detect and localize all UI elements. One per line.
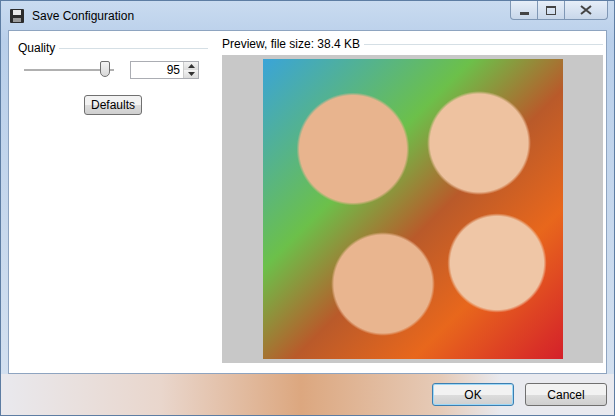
preview-photo xyxy=(263,59,563,359)
close-button[interactable] xyxy=(565,1,608,20)
slider-thumb[interactable] xyxy=(100,61,110,77)
quality-value[interactable]: 95 xyxy=(131,62,183,78)
preview-area xyxy=(222,55,603,363)
dialog-body: Quality 95 Defaults Preview, file size: … xyxy=(8,30,607,374)
quality-slider[interactable] xyxy=(24,60,114,80)
spin-up-button[interactable] xyxy=(184,62,198,70)
close-icon xyxy=(580,5,592,15)
preview-panel: Preview, file size: 38.4 KB xyxy=(208,31,606,373)
spin-down-button[interactable] xyxy=(184,70,198,78)
down-arrow-icon xyxy=(188,72,195,76)
minimize-button[interactable] xyxy=(510,1,538,20)
preview-label: Preview, file size: 38.4 KB xyxy=(222,37,360,51)
title-bar: Save Configuration xyxy=(1,1,614,30)
minimize-icon xyxy=(520,12,529,15)
button-bar: OK Cancel xyxy=(1,374,614,415)
ok-button[interactable]: OK xyxy=(432,383,514,406)
quality-label: Quality xyxy=(18,41,55,55)
up-arrow-icon xyxy=(188,64,195,68)
window-title: Save Configuration xyxy=(32,9,134,23)
quality-panel: Quality 95 Defaults xyxy=(9,31,208,373)
maximize-icon xyxy=(546,6,556,15)
quality-spinner[interactable]: 95 xyxy=(130,61,199,79)
cancel-button[interactable]: Cancel xyxy=(525,383,607,406)
floppy-icon xyxy=(9,8,25,24)
defaults-button[interactable]: Defaults xyxy=(84,95,142,115)
maximize-button[interactable] xyxy=(538,1,565,20)
dialog-window: Save Configuration Quality 95 Defaults P… xyxy=(0,0,615,416)
